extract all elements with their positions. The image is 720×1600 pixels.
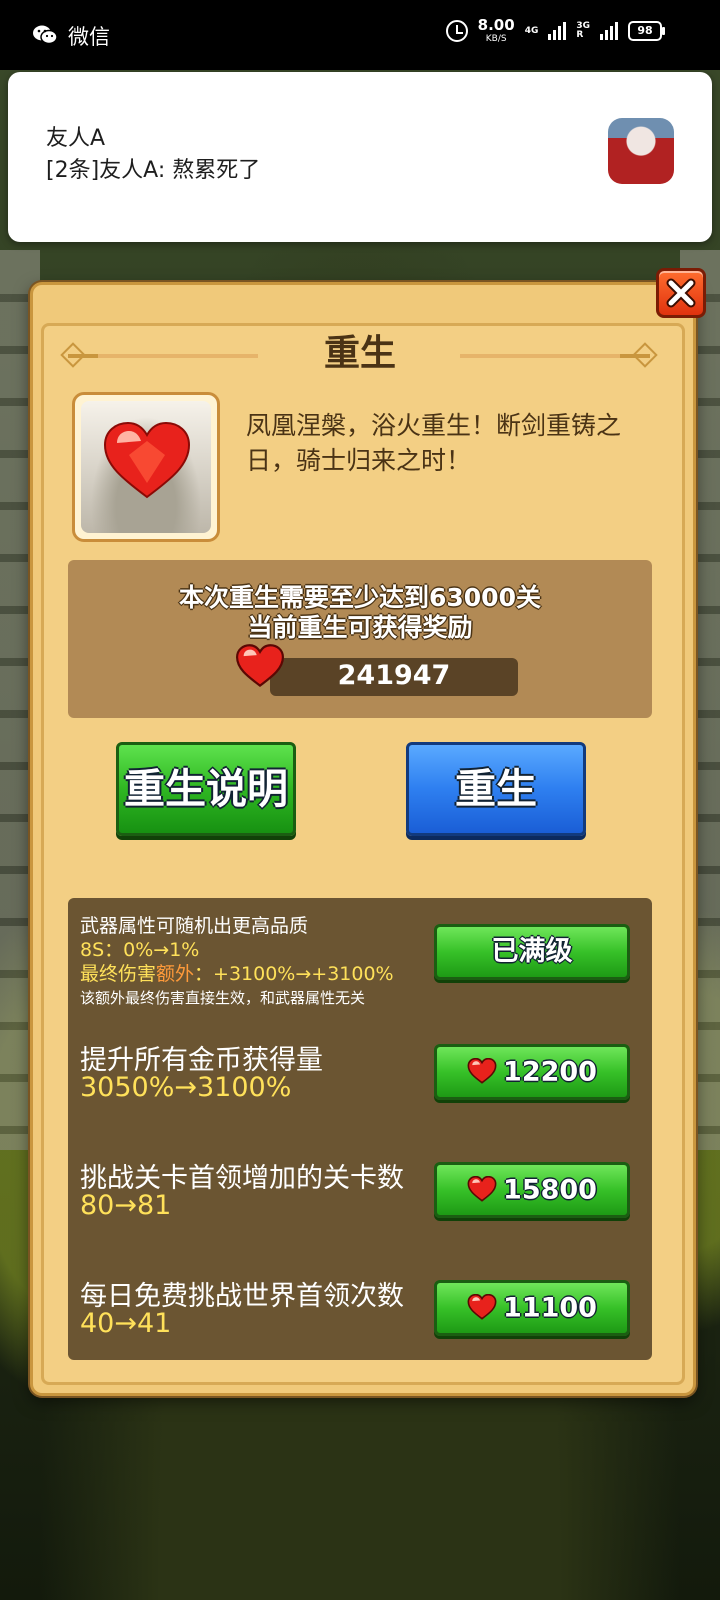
upgrade-change: 3050%→3100%: [80, 1072, 292, 1103]
upgrades-panel: 武器属性可随机出更高品质 8S：0%→1% 最终伤害额外：+3100%→+310…: [68, 898, 652, 1360]
heart-currency-icon: [236, 644, 284, 688]
close-icon: [666, 278, 696, 308]
speed-value: 8.00: [477, 16, 515, 34]
upgrade-note: 该额外最终伤害直接生效，和武器属性无关: [80, 989, 366, 1007]
heart-currency-icon: [467, 1175, 497, 1202]
upgrade-change: 8S：0%→1%: [80, 939, 200, 961]
rebirth-icon-frame: [72, 392, 220, 542]
avatar: [608, 118, 674, 184]
reward-label: 当前重生可获得奖励: [247, 613, 473, 642]
heart-gem-icon: [103, 421, 191, 499]
heart-currency-icon: [467, 1057, 497, 1084]
status-indicators: 8.00 KB/S 4G 3G R 98: [445, 18, 665, 44]
rebirth-info-button[interactable]: 重生说明: [116, 742, 296, 836]
network-type-1: 4G: [524, 25, 539, 36]
cost-value: 15800: [503, 1174, 597, 1206]
heart-currency-icon: [467, 1293, 497, 1320]
status-app-name: 微信: [68, 25, 110, 49]
upgrade-change: 40→41: [80, 1308, 172, 1339]
network-speed: 8.00 KB/S: [478, 18, 515, 44]
alarm-icon: [445, 20, 468, 42]
signal-icon-2: [600, 22, 618, 40]
battery-icon: 98: [628, 21, 665, 41]
close-button[interactable]: [656, 268, 706, 318]
upgrade-title: 武器属性可随机出更高品质: [80, 915, 309, 937]
upgrade-damage-line: 最终伤害额外：+3100%→+3100%: [80, 962, 394, 986]
title-ornament-left: [68, 354, 258, 358]
wechat-icon: [33, 25, 58, 45]
title-ornament-right: [460, 354, 650, 358]
upgrade-cost-button[interactable]: 15800: [434, 1162, 630, 1218]
cost-value: 11100: [503, 1292, 597, 1324]
upgrade-change: 80→81: [80, 1190, 172, 1221]
rebirth-button[interactable]: 重生: [406, 742, 586, 836]
cost-value: 12200: [503, 1056, 597, 1088]
battery-level: 98: [637, 24, 653, 37]
damage-suffix: ：+3100%→+3100%: [194, 963, 394, 985]
damage-prefix: 最终伤害: [80, 963, 157, 985]
status-bar: 微信 8.00 KB/S 4G 3G R 98: [0, 0, 720, 70]
upgrade-cost-button[interactable]: 12200: [434, 1044, 630, 1100]
wechat-notification[interactable]: 友人A [2条]友人A: 熬累死了: [8, 72, 712, 242]
upgrade-cost-button[interactable]: 11100: [434, 1280, 630, 1336]
reward-box: 241947: [270, 658, 518, 696]
notification-message: [2条]友人A: 熬累死了: [46, 158, 261, 183]
dialog-title: 重生: [323, 333, 396, 374]
requirement-panel: 本次重生需要至少达到63000关 当前重生可获得奖励 241947: [68, 560, 652, 718]
damage-highlight: 额外: [156, 963, 195, 985]
notification-sender: 友人A: [46, 126, 106, 151]
max-level-button[interactable]: 已满级: [434, 924, 630, 980]
reward-value: 241947: [337, 660, 451, 691]
roaming-indicator: R: [576, 30, 584, 40]
rebirth-description: 凤凰涅槃，浴火重生！断剑重铸之日，骑士归来之时！: [246, 411, 622, 475]
signal-icon: [548, 22, 567, 40]
speed-unit: KB/S: [485, 34, 507, 44]
